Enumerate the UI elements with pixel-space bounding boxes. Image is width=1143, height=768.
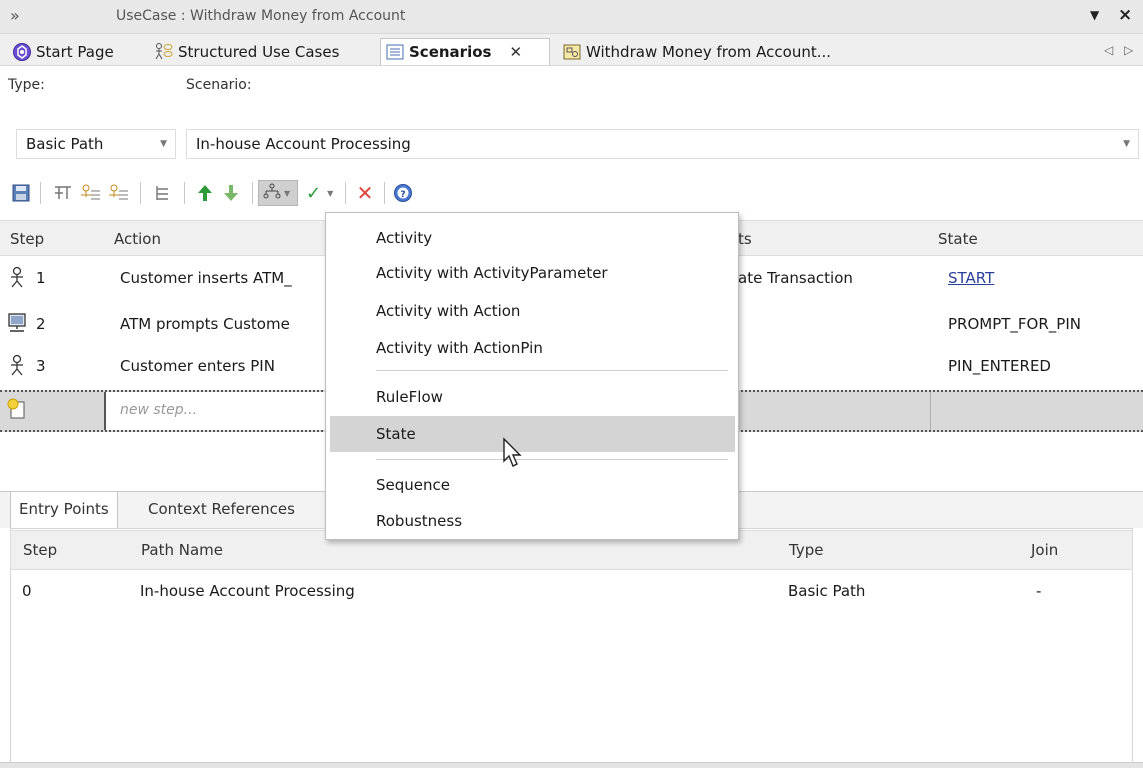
menu-item-robustness[interactable]: Robustness: [326, 503, 738, 539]
structured-usecases-icon: [154, 42, 174, 62]
scenario-toolbar: ▼ ✓ ▼ ✕ ?: [0, 174, 1143, 214]
help-icon[interactable]: ?: [390, 180, 416, 206]
toolbar-separator: [384, 182, 385, 204]
step-state-link[interactable]: START: [948, 269, 994, 287]
menu-item-sequence[interactable]: Sequence: [326, 467, 738, 503]
tab-scenarios[interactable]: Scenarios ✕: [380, 38, 550, 65]
step-action: Customer enters PIN: [120, 357, 275, 375]
col-step: Step: [10, 230, 45, 248]
tab-label: Withdraw Money from Account...: [586, 42, 832, 61]
step-action: ATM prompts Custome: [120, 315, 290, 333]
chevron-down-icon: ▼: [160, 139, 167, 149]
tab-withdraw-diagram[interactable]: Withdraw Money from Account...: [558, 38, 831, 65]
scenario-select-value: In-house Account Processing: [196, 135, 411, 153]
step-number: 3: [36, 357, 46, 375]
move-up-icon[interactable]: [192, 180, 218, 206]
generate-diagram-button[interactable]: ▼: [258, 180, 298, 206]
move-down-icon[interactable]: [218, 180, 244, 206]
generate-diagram-icon: [263, 183, 281, 199]
tab-label: Start Page: [36, 42, 114, 61]
scenario-label: Scenario:: [186, 77, 252, 93]
actor-left-icon[interactable]: [78, 180, 104, 206]
menu-item-activity[interactable]: Activity: [326, 220, 738, 256]
window-titlebar: » UseCase : Withdraw Money from Account …: [0, 0, 1143, 34]
menu-item-activity-with-actionpin[interactable]: Activity with ActionPin: [326, 330, 738, 366]
chevron-down-icon: ▼: [284, 188, 291, 198]
menu-item-activity-with-activityparameter[interactable]: Activity with ActivityParameter: [326, 255, 738, 291]
toolbar-separator: [252, 182, 253, 204]
toolbar-separator: [184, 182, 185, 204]
table-row[interactable]: 0 In-house Account Processing Basic Path…: [10, 574, 1133, 610]
tab-scroll-left-icon[interactable]: ◁: [1104, 43, 1113, 57]
type-label: Type:: [8, 77, 45, 93]
tab-scroll-right-icon[interactable]: ▷: [1124, 43, 1133, 57]
scenario-select[interactable]: In-house Account Processing ▼: [186, 129, 1139, 159]
collapse-icon[interactable]: »: [10, 6, 20, 25]
step-action: Customer inserts ATM_: [120, 269, 292, 287]
entry-join: -: [1036, 582, 1042, 600]
actor-icon: [11, 266, 23, 288]
toolbar-separator: [345, 182, 346, 204]
column-divider: [930, 392, 931, 430]
generate-diagram-menu: Activity Activity with ActivityParameter…: [325, 212, 739, 540]
tab-start-page[interactable]: Start Page: [8, 38, 114, 65]
entry-step: 0: [22, 582, 32, 600]
scenarios-icon: [385, 42, 405, 62]
menu-item-ruleflow[interactable]: RuleFlow: [326, 379, 738, 415]
col-step: Step: [23, 541, 58, 559]
mouse-cursor-icon: [503, 437, 522, 467]
start-page-icon: [12, 42, 32, 62]
new-step-placeholder: new step...: [120, 402, 198, 418]
tab-label: Structured Use Cases: [178, 42, 340, 61]
window-menu-icon[interactable]: ▼: [1090, 8, 1099, 22]
tab-structured-use-cases[interactable]: Structured Use Cases: [150, 38, 339, 65]
indent-icon[interactable]: [150, 180, 176, 206]
col-uses: ts: [738, 230, 752, 248]
menu-separator: [376, 459, 728, 460]
actor-right-icon[interactable]: [106, 180, 132, 206]
type-select-value: Basic Path: [26, 135, 104, 153]
checkmark-icon: ✓: [306, 182, 322, 204]
tab-context-references[interactable]: Context References: [140, 492, 303, 529]
delete-icon[interactable]: ✕: [352, 180, 378, 206]
entry-path-name: In-house Account Processing: [140, 582, 355, 600]
tab-label: Scenarios: [409, 43, 492, 61]
status-bar: [0, 762, 1143, 768]
window-title: UseCase : Withdraw Money from Account: [116, 8, 406, 24]
menu-item-state[interactable]: State: [330, 416, 735, 452]
col-join: Join: [1031, 541, 1059, 559]
step-state: PIN_ENTERED: [948, 357, 1051, 375]
step-uses: ate Transaction: [738, 269, 853, 287]
svg-text:?: ?: [400, 190, 405, 200]
col-path-name: Path Name: [141, 541, 223, 559]
actor-icon: [11, 354, 23, 376]
entry-type: Basic Path: [788, 582, 866, 600]
tab-close-icon[interactable]: ✕: [509, 43, 522, 61]
type-select[interactable]: Basic Path ▼: [16, 129, 176, 159]
tab-entry-points[interactable]: Entry Points: [10, 491, 118, 529]
menu-separator: [376, 370, 728, 371]
col-state: State: [938, 230, 978, 248]
menu-item-activity-with-action[interactable]: Activity with Action: [326, 293, 738, 329]
computer-icon: [8, 313, 26, 332]
structure-icon[interactable]: [50, 180, 76, 206]
document-tabbar: Start Page Structured Use Cases Scenario…: [0, 34, 1143, 66]
col-action: Action: [114, 230, 161, 248]
step-number: 1: [36, 269, 46, 287]
chevron-down-icon: ▼: [1123, 139, 1130, 149]
col-type: Type: [789, 541, 824, 559]
step-state: PROMPT_FOR_PIN: [948, 315, 1081, 333]
save-icon[interactable]: [8, 180, 34, 206]
new-item-icon: [7, 398, 25, 419]
validate-button[interactable]: ✓ ▼: [306, 180, 340, 206]
toolbar-separator: [40, 182, 41, 204]
close-icon[interactable]: ×: [1118, 5, 1132, 25]
chevron-down-icon: ▼: [327, 188, 334, 198]
diagram-icon: [562, 42, 582, 62]
toolbar-separator: [140, 182, 141, 204]
step-number: 2: [36, 315, 46, 333]
